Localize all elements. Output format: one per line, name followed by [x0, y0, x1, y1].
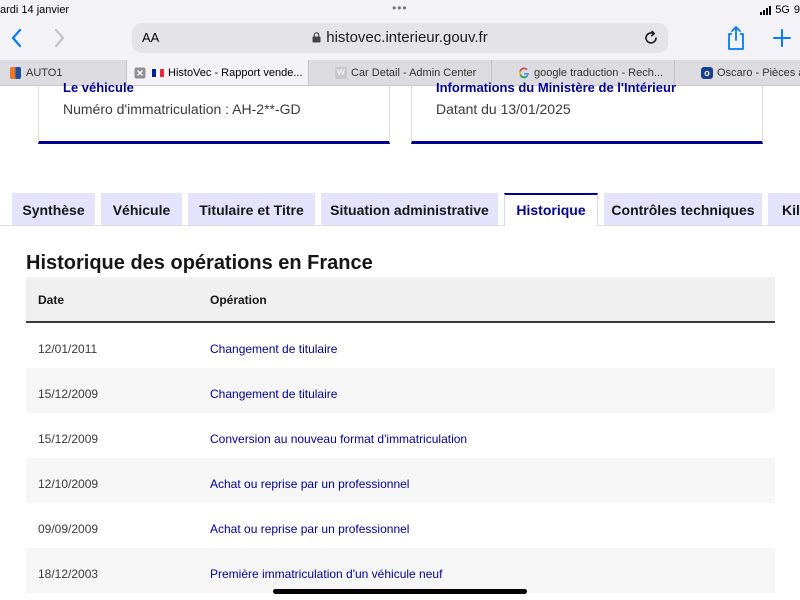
row-operation-link[interactable]: Changement de titulaire: [210, 387, 337, 401]
section-title: Historique des opérations en France: [26, 252, 373, 274]
multitasking-dots-icon[interactable]: •••: [392, 1, 408, 15]
row-operation-link[interactable]: Première immatriculation d'un véhicule n…: [210, 567, 442, 581]
signal-icon: [760, 5, 772, 15]
back-arrow-icon[interactable]: [6, 25, 28, 51]
forward-arrow-icon[interactable]: [48, 25, 70, 51]
lock-icon: [312, 32, 321, 43]
table-row: 15/12/2009 Changement de titulaire: [26, 368, 775, 413]
tab-panel-border: [0, 225, 504, 226]
report-tabs: Synthèse Véhicule Titulaire et Titre Sit…: [0, 193, 800, 226]
url-display[interactable]: histovec.interieur.gouv.fr: [132, 29, 668, 46]
share-icon[interactable]: [724, 25, 748, 51]
browser-tab-oscaro[interactable]: o Oscaro - Pièces au: [675, 60, 800, 85]
tab-panel-border: [598, 225, 800, 226]
card-heading: Informations du Ministère de l'Intérieur: [436, 80, 677, 95]
row-date: 12/10/2009: [38, 477, 99, 491]
row-date: 09/09/2009: [38, 522, 99, 536]
address-bar[interactable]: AA histovec.interieur.gouv.fr: [132, 23, 668, 53]
auto1-icon: [10, 67, 21, 79]
row-operation-link[interactable]: Conversion au nouveau format d'immatricu…: [210, 432, 467, 446]
tab-historique[interactable]: Historique: [504, 193, 598, 226]
row-operation-link[interactable]: Achat ou reprise par un professionnel: [210, 477, 409, 491]
row-operation-link[interactable]: Changement de titulaire: [210, 342, 337, 356]
browser-tab-histovec[interactable]: HistoVec - Rapport vende...: [127, 60, 309, 85]
network-label: 5G: [775, 4, 790, 16]
browser-tab-label: Oscaro - Pièces au: [717, 67, 800, 79]
browser-tab-label: Car Detail - Admin Center: [351, 67, 477, 79]
table-header: Date Opération: [26, 277, 775, 323]
table-row: 09/09/2009 Achat ou reprise par un profe…: [26, 503, 775, 548]
tab-vehicule[interactable]: Véhicule: [101, 193, 182, 226]
google-icon: [518, 67, 529, 79]
vehicle-card: Le véhicule Numéro d'immatriculation : A…: [38, 80, 390, 144]
status-bar: ardi 14 janvier ••• 5G 9: [0, 0, 800, 20]
status-indicators: 5G 9: [760, 4, 800, 16]
history-table: Date Opération 12/01/2011 Changement de …: [26, 277, 775, 593]
browser-tab-label: google traduction - Rech...: [534, 67, 664, 79]
data-date: Datant du 13/01/2025: [436, 101, 571, 117]
reload-icon[interactable]: [642, 29, 660, 47]
table-row: 12/01/2011 Changement de titulaire: [26, 323, 775, 368]
w-icon: W: [335, 67, 347, 79]
close-tab-icon[interactable]: [134, 67, 146, 79]
row-operation-link[interactable]: Achat ou reprise par un professionnel: [210, 522, 409, 536]
browser-tab-label: AUTO1: [26, 67, 63, 79]
browser-tab-label: HistoVec - Rapport vende...: [168, 67, 303, 79]
url-text: histovec.interieur.gouv.fr: [326, 29, 488, 46]
registration-number: Numéro d'immatriculation : AH-2**-GD: [63, 101, 301, 117]
new-tab-plus-icon[interactable]: [770, 26, 794, 50]
ministry-info-card: Informations du Ministère de l'Intérieur…: [411, 80, 763, 144]
tab-kilometrage[interactable]: Kilo: [768, 193, 800, 226]
tab-controles-techniques[interactable]: Contrôles techniques: [604, 193, 762, 226]
table-row: 12/10/2009 Achat ou reprise par un profe…: [26, 458, 775, 503]
row-date: 15/12/2009: [38, 387, 99, 401]
french-flag-icon: [152, 69, 164, 77]
status-date: ardi 14 janvier: [0, 4, 70, 16]
row-date: 18/12/2003: [38, 567, 99, 581]
column-header-date: Date: [38, 293, 65, 307]
row-date: 12/01/2011: [38, 342, 98, 356]
table-row: 18/12/2003 Première immatriculation d'un…: [26, 548, 775, 593]
home-indicator[interactable]: [273, 589, 527, 594]
table-row: 15/12/2009 Conversion au nouveau format …: [26, 413, 775, 458]
column-header-operation: Opération: [210, 293, 267, 307]
battery-label: 9: [793, 4, 800, 16]
tab-synthese[interactable]: Synthèse: [12, 193, 95, 226]
card-heading: Le véhicule: [63, 80, 134, 95]
tab-situation-administrative[interactable]: Situation administrative: [321, 193, 498, 226]
browser-toolbar: AA histovec.interieur.gouv.fr: [0, 20, 800, 60]
row-date: 15/12/2009: [38, 432, 99, 446]
oscaro-icon: o: [701, 67, 713, 79]
tab-titulaire[interactable]: Titulaire et Titre: [188, 193, 315, 226]
